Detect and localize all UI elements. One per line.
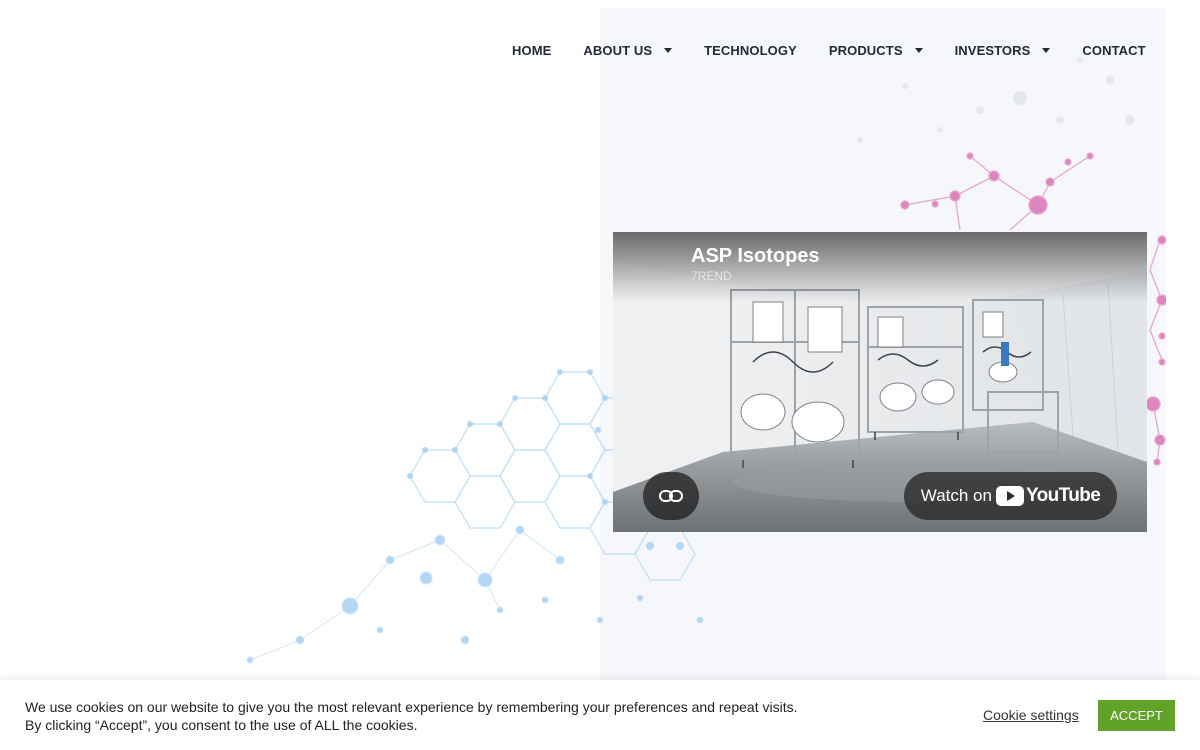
nav-technology[interactable]: TECHNOLOGY	[688, 43, 813, 58]
youtube-wordmark: YouTube	[1025, 485, 1101, 506]
nav-investors-label: INVESTORS	[954, 42, 1031, 58]
nav-contact-label: CONTACT	[1082, 42, 1146, 58]
cookie-message: We use cookies on our website to give yo…	[25, 699, 798, 733]
cookie-settings-link[interactable]: Cookie settings	[983, 707, 1079, 723]
page-edge	[1166, 0, 1200, 680]
video-title[interactable]: ASP Isotopes	[691, 245, 820, 268]
watch-on-youtube-button[interactable]: Watch on YouTube	[904, 472, 1117, 520]
link-icon	[659, 490, 683, 502]
chevron-down-icon	[664, 47, 673, 53]
cookie-consent-bar: We use cookies on our website to give yo…	[0, 680, 1200, 750]
nav-products[interactable]: PRODUCTS	[813, 43, 939, 58]
accept-cookies-button[interactable]: ACCEPT	[1098, 700, 1175, 731]
video-channel[interactable]: 7REND	[691, 269, 732, 283]
nav-investors[interactable]: INVESTORS	[939, 43, 1067, 58]
youtube-video-embed[interactable]: ASP Isotopes 7REND Watch on YouTube	[613, 232, 1147, 532]
youtube-play-icon	[995, 486, 1024, 506]
nav-contact[interactable]: CONTACT	[1066, 43, 1161, 58]
nav-technology-label: TECHNOLOGY	[704, 42, 797, 58]
youtube-logo: YouTube	[995, 485, 1101, 507]
nav-home-label: HOME	[512, 42, 552, 58]
main-navigation: HOME ABOUT US TECHNOLOGY PRODUCTS INVEST…	[496, 38, 1162, 62]
nav-home[interactable]: HOME	[496, 43, 567, 58]
nav-products-label: PRODUCTS	[828, 42, 903, 58]
nav-about-us-label: ABOUT US	[583, 42, 653, 58]
nav-about-us[interactable]: ABOUT US	[567, 43, 688, 58]
chevron-down-icon	[1042, 47, 1051, 53]
copy-link-button[interactable]	[643, 472, 699, 520]
watch-on-label: Watch on	[920, 486, 992, 505]
chevron-down-icon	[914, 47, 923, 53]
